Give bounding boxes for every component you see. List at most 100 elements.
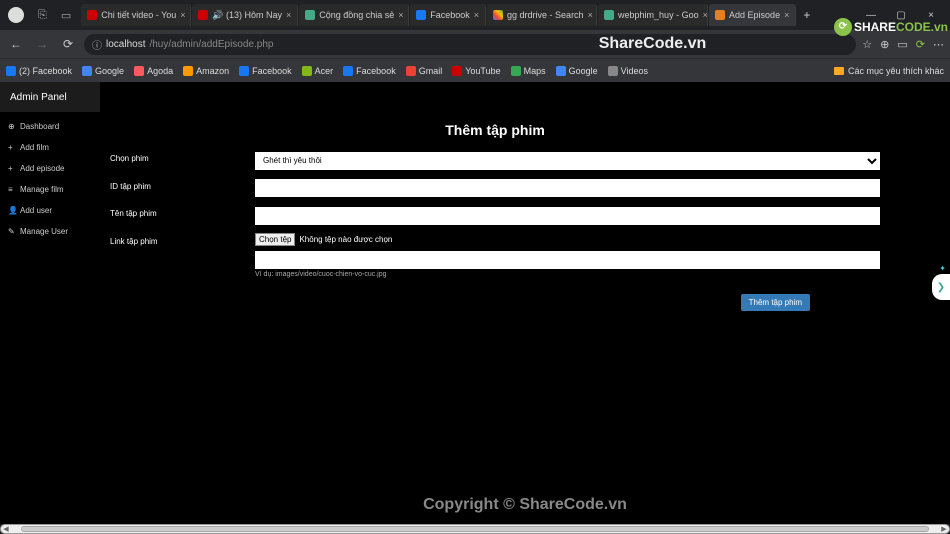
dashboard-icon: ⊕ — [8, 122, 16, 131]
bookmark-item[interactable]: (2) Facebook — [6, 66, 72, 76]
bookmarks-bar: (2) Facebook Google Agoda Amazon Faceboo… — [0, 58, 950, 82]
menu-icon[interactable]: ⋯ — [933, 38, 944, 51]
back-button[interactable]: ← — [6, 37, 26, 51]
tab-label: webphim_huy - Goo — [618, 10, 699, 20]
bookmark-item[interactable]: Facebook — [343, 66, 396, 76]
bookmark-item[interactable]: Google — [556, 66, 598, 76]
youtube-icon — [87, 10, 97, 20]
close-icon[interactable]: × — [703, 10, 708, 20]
facebook-icon — [6, 66, 16, 76]
drive-icon — [604, 10, 614, 20]
close-icon[interactable]: × — [286, 10, 291, 20]
bookmark-item[interactable]: Agoda — [134, 66, 173, 76]
new-tab-button[interactable]: + — [797, 8, 816, 22]
sidebar-toggle-icon[interactable]: ▭ — [57, 9, 75, 22]
sidebar-item-manage-user[interactable]: ✎Manage User — [0, 221, 100, 242]
list-icon: ≡ — [8, 185, 16, 194]
close-icon[interactable]: × — [588, 10, 593, 20]
bookmark-item[interactable]: Videos — [608, 66, 648, 76]
link-hint-text: Ví dụ: images/video/cuoc-chien-vo-cuc.jp… — [255, 271, 880, 278]
label-episode-id: ID tập phim — [110, 178, 255, 191]
sidebar-item-add-episode[interactable]: +Add episode — [0, 158, 100, 179]
plus-icon: + — [8, 164, 16, 173]
amazon-icon — [183, 66, 193, 76]
user-icon: 👤 — [8, 206, 16, 215]
bookmark-item[interactable]: Amazon — [183, 66, 229, 76]
url-path: /huy/admin/addEpisode.php — [149, 39, 273, 50]
select-film-dropdown[interactable]: Ghét thì yêu thôi — [255, 152, 880, 170]
choose-file-button[interactable]: Chọn tệp — [255, 233, 295, 246]
close-icon[interactable]: × — [180, 10, 185, 20]
label-select-film: Chọn phim — [110, 150, 255, 163]
bookmark-item[interactable]: Acer — [302, 66, 334, 76]
sidebar-item-add-film[interactable]: +Add film — [0, 137, 100, 158]
tab-label: Chi tiết video - You — [101, 10, 176, 20]
admin-sidebar: ⊕Dashboard +Add film +Add episode ≡Manag… — [0, 82, 100, 524]
horizontal-scrollbar[interactable]: ◀ ▶ — [0, 524, 950, 534]
tab-2[interactable]: 🔊 (13) Hôm Nay × — [192, 4, 298, 26]
site-info-icon[interactable]: ⓘ — [92, 37, 102, 52]
tab-label: Add Episode — [729, 10, 780, 20]
profile-avatar[interactable] — [8, 7, 24, 23]
label-episode-link: Link tập phim — [110, 233, 255, 246]
bookmark-item[interactable]: YouTube — [452, 66, 500, 76]
tab-label: Cộng đồng chia sẻ — [319, 10, 394, 20]
logo-badge-icon: ⟳ — [834, 18, 852, 36]
close-icon[interactable]: × — [784, 10, 789, 20]
bookmarks-overflow[interactable]: Các mục yêu thích khác — [834, 66, 944, 76]
site-icon — [715, 10, 725, 20]
tab-6[interactable]: webphim_huy - Goo × — [598, 4, 708, 26]
scroll-left-arrow-icon[interactable]: ◀ — [1, 525, 11, 533]
scroll-right-arrow-icon[interactable]: ▶ — [939, 525, 949, 533]
submit-add-episode-button[interactable]: Thêm tập phim — [741, 294, 810, 311]
form-row-episode-id: ID tập phim — [110, 178, 880, 198]
tab-label: 🔊 (13) Hôm Nay — [212, 10, 282, 21]
site-icon — [305, 10, 315, 20]
watermark-text: ShareCode.vn — [599, 35, 707, 53]
footer-watermark: Copyright © ShareCode.vn — [100, 496, 950, 514]
extensions-icon[interactable]: ⊕ — [880, 38, 889, 51]
folder-icon — [834, 67, 844, 75]
url-host: localhost — [106, 39, 145, 50]
tab-1[interactable]: Chi tiết video - You × — [81, 4, 191, 26]
bookmark-item[interactable]: Maps — [511, 66, 546, 76]
bookmark-item[interactable]: Google — [82, 66, 124, 76]
facebook-icon — [343, 66, 353, 76]
edit-icon: ✎ — [8, 227, 16, 236]
forward-button[interactable]: → — [32, 37, 52, 51]
tab-4[interactable]: Facebook × — [410, 4, 486, 26]
workspace-icon[interactable]: ⎘ — [34, 9, 51, 22]
scrollbar-thumb[interactable] — [21, 526, 929, 532]
collections-icon[interactable]: ▭ — [897, 38, 907, 51]
sparkle-icon: ✦ — [939, 264, 946, 273]
acer-icon — [302, 66, 312, 76]
episode-id-input[interactable] — [255, 179, 880, 197]
close-icon[interactable]: × — [474, 10, 479, 20]
tab-7-active[interactable]: Add Episode × — [709, 4, 796, 26]
admin-panel-title: Admin Panel — [10, 92, 67, 103]
favorite-icon[interactable]: ☆ — [862, 38, 872, 51]
sidebar-item-add-user[interactable]: 👤Add user — [0, 200, 100, 221]
reload-button[interactable]: ⟳ — [58, 37, 78, 51]
sidebar-item-dashboard[interactable]: ⊕Dashboard — [0, 116, 100, 137]
plus-icon: + — [8, 143, 16, 152]
sharecode-extension-icon[interactable]: ⟳ — [916, 38, 925, 51]
assistant-tab[interactable]: ❯ — [932, 274, 950, 300]
bookmark-item[interactable]: Gmail — [406, 66, 443, 76]
window-titlebar: ⎘ ▭ Chi tiết video - You × 🔊 (13) Hôm Na… — [0, 0, 950, 30]
tab-label: Facebook — [430, 10, 470, 20]
videos-icon — [608, 66, 618, 76]
episode-link-input[interactable] — [255, 251, 880, 269]
form-row-select-film: Chọn phim Ghét thì yêu thôi — [110, 150, 880, 170]
agoda-icon — [134, 66, 144, 76]
page-content: Admin Panel 👤 admin ▾ ⊕Dashboard +Add fi… — [0, 82, 950, 524]
browser-tabs: Chi tiết video - You × 🔊 (13) Hôm Nay × … — [81, 4, 816, 26]
bookmark-item[interactable]: Facebook — [239, 66, 292, 76]
tab-3[interactable]: Cộng đồng chia sẻ × — [299, 4, 409, 26]
tab-5[interactable]: gg drdrive - Search × — [487, 4, 597, 26]
google-icon — [493, 10, 503, 20]
sidebar-item-manage-film[interactable]: ≡Manage film — [0, 179, 100, 200]
episode-name-input[interactable] — [255, 207, 880, 225]
url-input[interactable]: ⓘ localhost/huy/admin/addEpisode.php Sha… — [84, 34, 856, 55]
close-icon[interactable]: × — [398, 10, 403, 20]
